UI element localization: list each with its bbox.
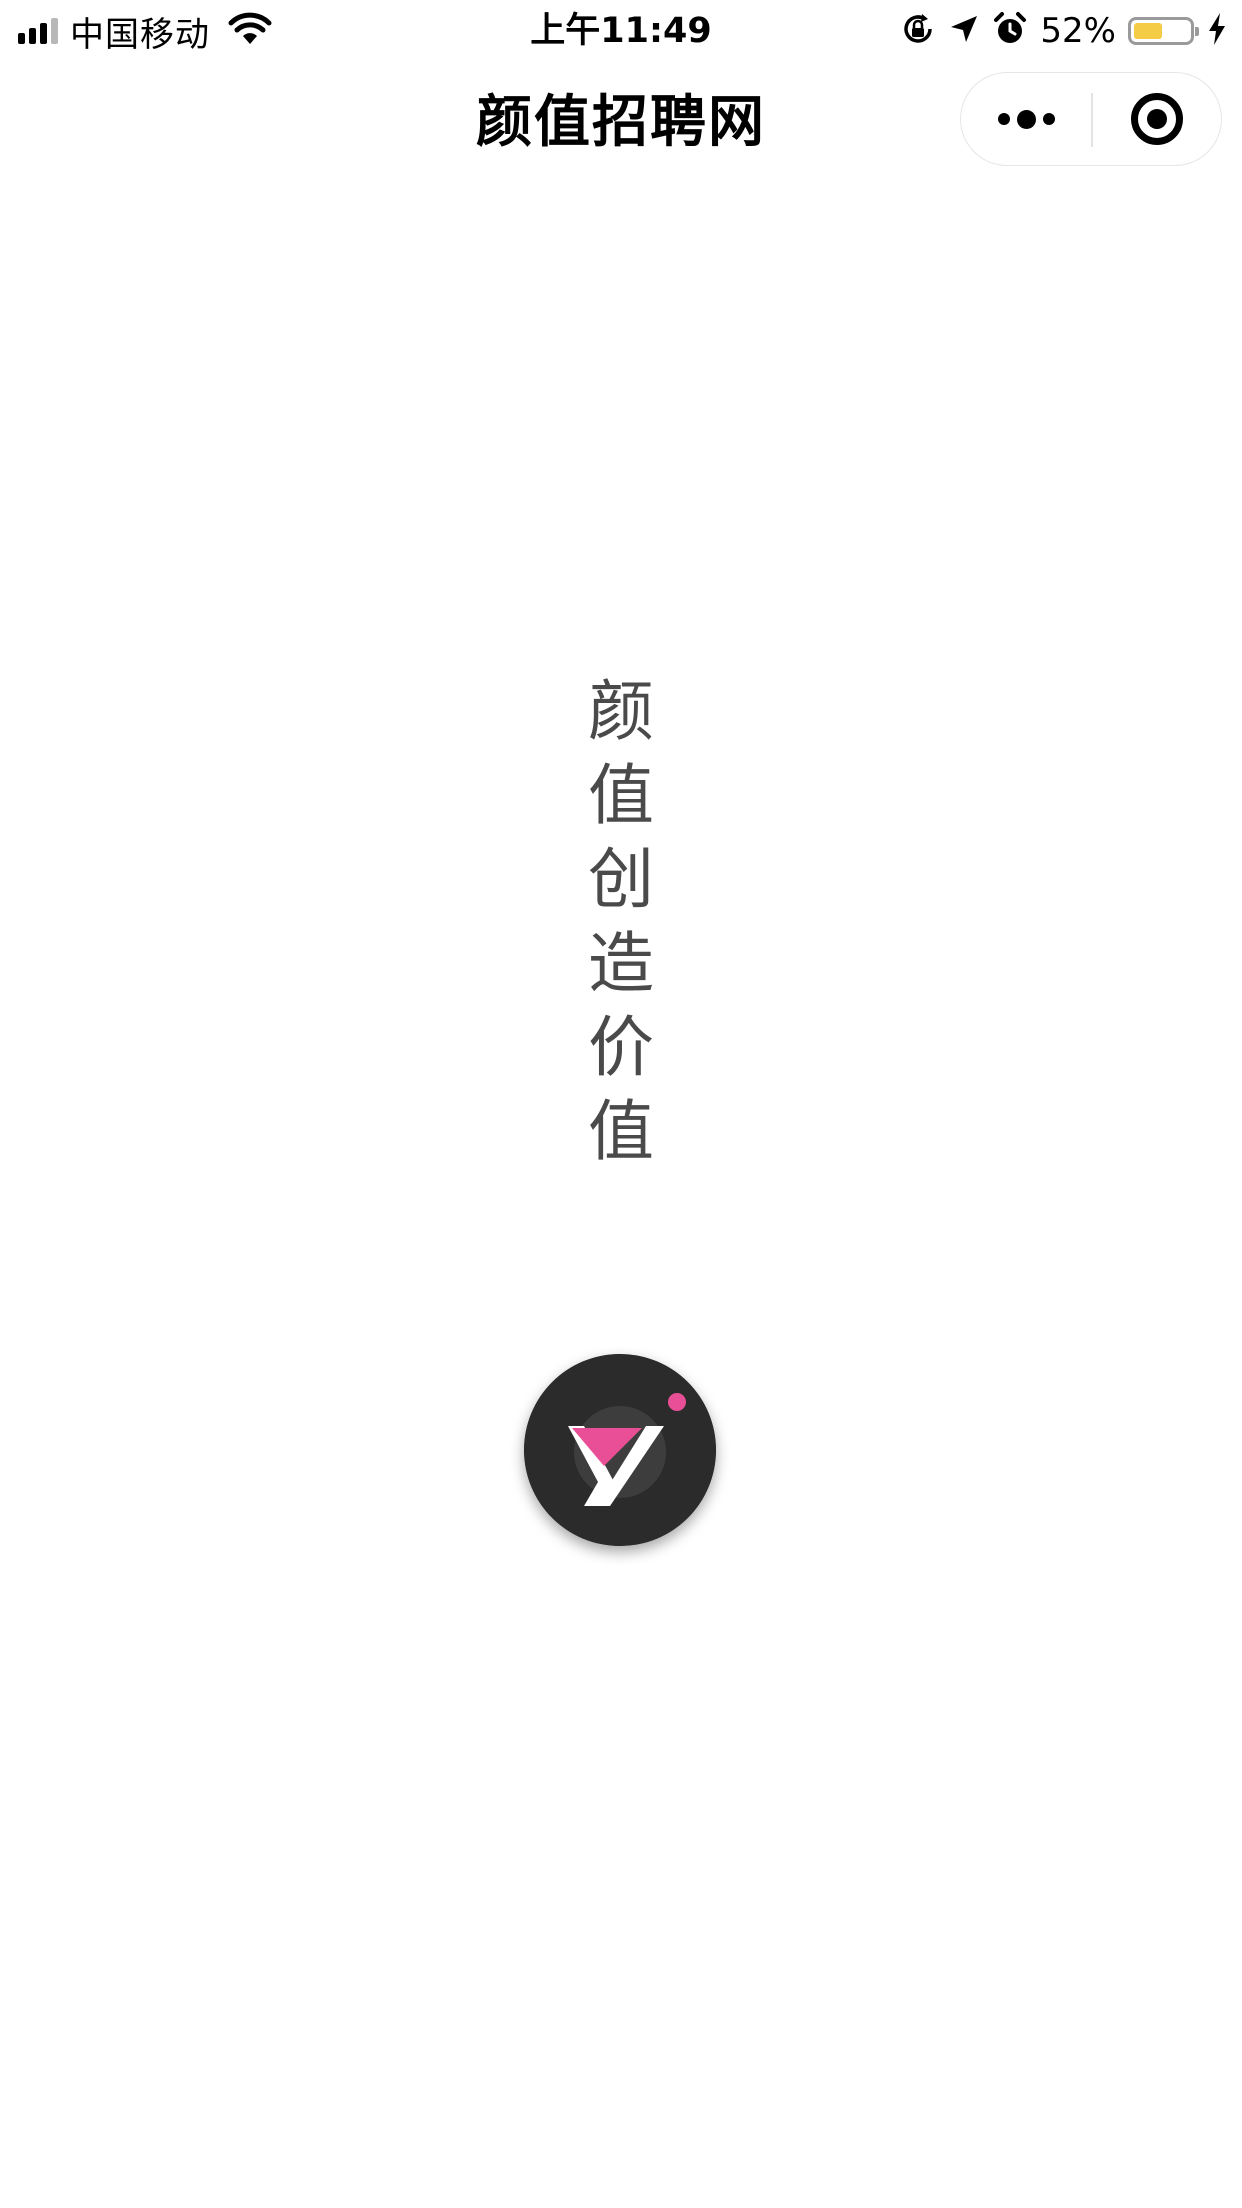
more-dots-icon <box>997 109 1055 129</box>
app-logo-icon <box>524 1354 716 1546</box>
slogan-char: 创 <box>588 841 654 918</box>
battery-icon <box>1128 17 1199 45</box>
battery-percent: 52% <box>1040 11 1116 51</box>
slogan: 颜值创造价值 <box>0 670 1242 1174</box>
slogan-char: 颜 <box>588 673 654 750</box>
location-arrow-icon <box>948 13 980 49</box>
more-button[interactable] <box>961 73 1091 165</box>
nav-bar: 颜值招聘网 <box>0 62 1242 186</box>
slogan-char: 造 <box>588 925 654 1002</box>
close-button[interactable] <box>1093 73 1221 165</box>
alarm-icon <box>992 11 1028 51</box>
status-right: 52% <box>900 8 1228 54</box>
slogan-char: 值 <box>588 1093 654 1170</box>
battery-level <box>1134 23 1162 39</box>
charging-bolt-icon <box>1206 12 1228 50</box>
slogan-char: 值 <box>588 757 654 834</box>
app-logo <box>524 1354 716 1546</box>
slogan-char: 价 <box>588 1009 654 1086</box>
menu-capsule <box>960 72 1222 166</box>
status-bar: 中国移动 上午11:49 52% <box>0 0 1242 62</box>
close-circle-icon <box>1131 93 1183 145</box>
orientation-lock-icon <box>900 11 936 51</box>
